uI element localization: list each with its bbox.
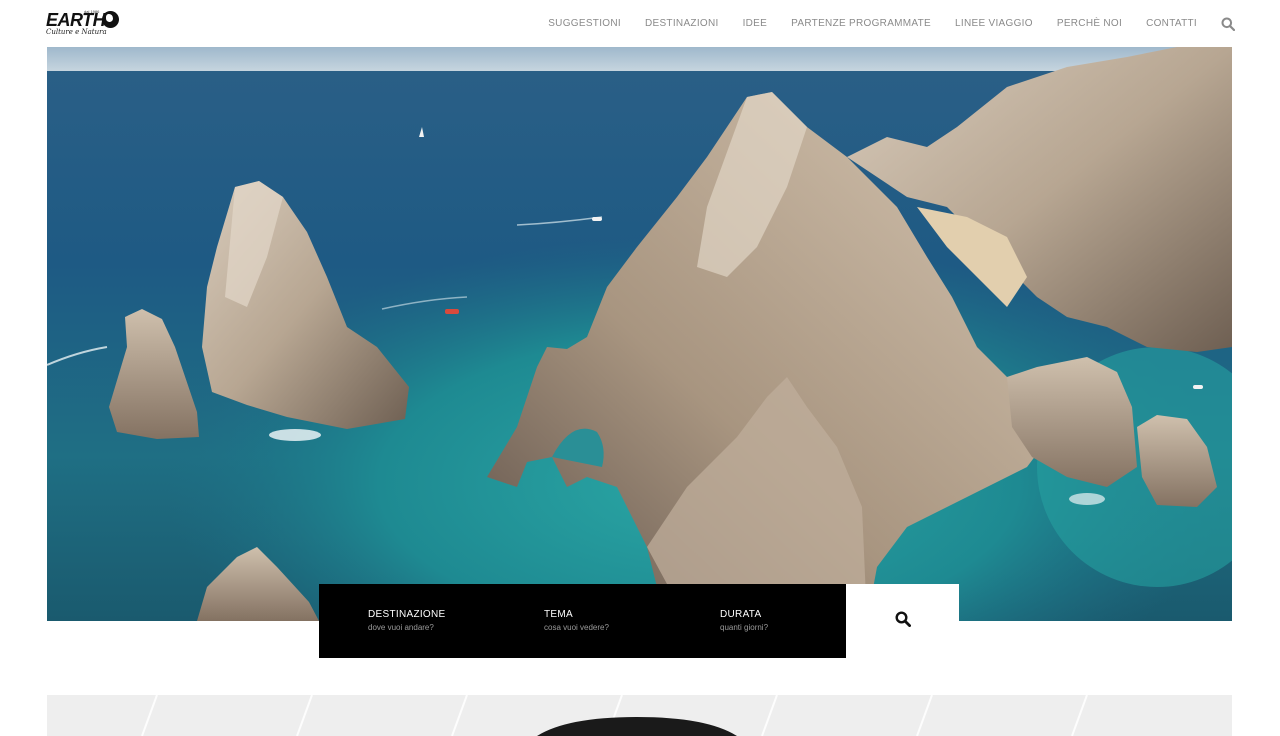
- duration-hint: quanti giorni?: [720, 623, 769, 632]
- main-nav: SUGGESTIONI DESTINAZIONI IDEE PARTENZE P…: [524, 0, 1236, 47]
- logo-tagline: Culture e Natura: [46, 28, 107, 36]
- search-icon[interactable]: [1221, 17, 1236, 31]
- earth-logo[interactable]: EARTH dal 1986 Culture e Natura: [46, 9, 126, 39]
- nav-item-suggestioni[interactable]: SUGGESTIONI: [548, 18, 621, 29]
- theme-label: TEMA: [544, 609, 573, 620]
- theme-hint: cosa vuoi vedere?: [544, 623, 609, 632]
- nav-item-linee-viaggio[interactable]: LINEE VIAGGIO: [955, 18, 1033, 29]
- nav-item-idee[interactable]: IDEE: [743, 18, 768, 29]
- globe-icon: [102, 11, 119, 28]
- hero-image: [47, 47, 1232, 621]
- destination-hint: dove vuoi andare?: [368, 623, 434, 632]
- search-icon: [895, 611, 912, 632]
- trip-search-bar: DESTINAZIONE dove vuoi andare? TEMA cosa…: [319, 584, 846, 658]
- search-submit-button[interactable]: [846, 584, 959, 658]
- logo-since: dal 1986: [84, 9, 100, 14]
- destination-field[interactable]: DESTINAZIONE dove vuoi andare?: [368, 609, 446, 632]
- theme-field[interactable]: TEMA cosa vuoi vedere?: [544, 609, 609, 632]
- featured-section-strip: [47, 695, 1232, 736]
- nav-item-contatti[interactable]: CONTATTI: [1146, 18, 1197, 29]
- site-header: EARTH dal 1986 Culture e Natura SUGGESTI…: [0, 0, 1280, 47]
- nav-item-destinazioni[interactable]: DESTINAZIONI: [645, 18, 719, 29]
- duration-field[interactable]: DURATA quanti giorni?: [720, 609, 768, 632]
- nav-item-perche-noi[interactable]: PERCHÈ NOI: [1057, 18, 1122, 29]
- nav-item-partenze-programmate[interactable]: PARTENZE PROGRAMMATE: [791, 18, 931, 29]
- featured-image-top: [537, 717, 737, 736]
- duration-label: DURATA: [720, 609, 762, 620]
- destination-label: DESTINAZIONE: [368, 609, 446, 620]
